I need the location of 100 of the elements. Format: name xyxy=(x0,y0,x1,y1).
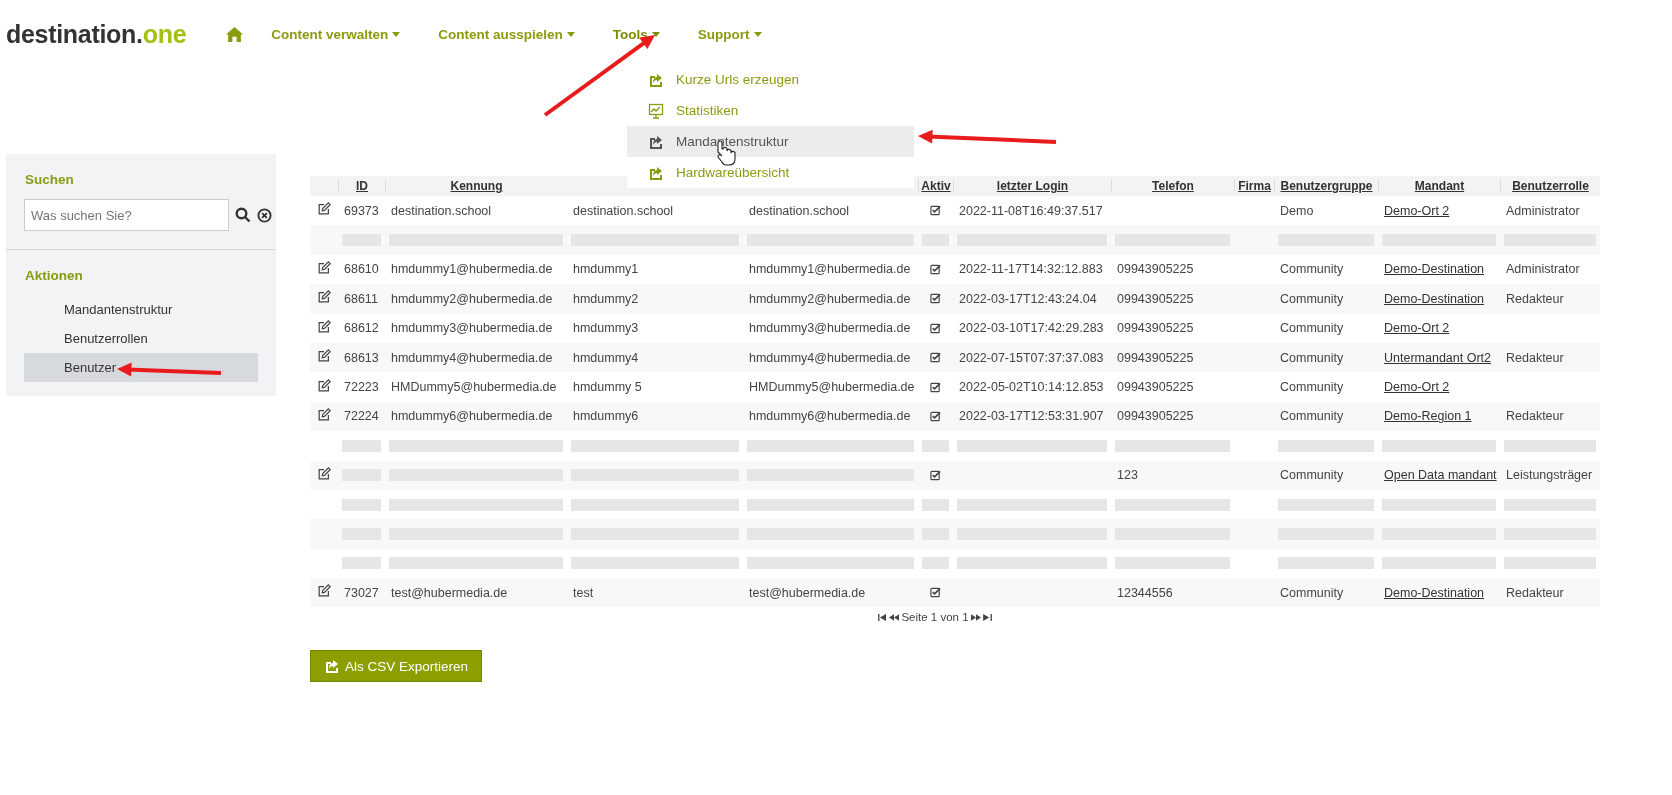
edit-icon[interactable] xyxy=(317,466,331,481)
column-header[interactable]: Mandant xyxy=(1378,179,1500,193)
column-header[interactable]: Benutzergruppe xyxy=(1274,179,1378,193)
edit-icon[interactable] xyxy=(317,378,331,393)
table-cell-text: Community xyxy=(1279,409,1345,424)
home-icon[interactable] xyxy=(226,26,244,42)
table-cell-text: Administrator xyxy=(1505,262,1581,277)
sidebar-item[interactable]: Benutzer xyxy=(24,353,258,382)
table-cell-text: Community xyxy=(1279,350,1345,365)
table-cell-text: hmdummy2@hubermedia.de xyxy=(390,291,554,306)
table-cell-text: 12344556 xyxy=(1116,585,1174,600)
table-cell-text: test@hubermedia.de xyxy=(748,585,867,600)
table-cell-text: 68613 xyxy=(343,350,380,365)
previous-page-icon[interactable] xyxy=(889,613,900,621)
table-cell-text: hmdummy2 xyxy=(572,291,640,306)
table-cell-text: hmdummy6@hubermedia.de xyxy=(390,409,554,424)
table-cell-text: 2022-07-15T07:37:37.083 xyxy=(958,350,1105,365)
table-cell-text: Redakteur xyxy=(1505,585,1565,600)
column-header[interactable]: ID xyxy=(338,179,385,193)
mandant-link[interactable]: Demo-Destination xyxy=(1384,585,1485,600)
mandant-link[interactable]: Untermandant Ort2 xyxy=(1384,350,1491,365)
blurred-cell xyxy=(342,498,381,511)
edit-icon[interactable] xyxy=(317,584,331,599)
page-indicator: Seite 1 von 1 xyxy=(901,611,969,624)
table-cell-text: 72224 xyxy=(343,409,380,424)
column-header[interactable]: Telefon xyxy=(1111,179,1234,193)
nav-menu[interactable]: Tools xyxy=(612,26,660,42)
table-cell-text: test xyxy=(572,585,595,600)
table-cell-text: hmdummy1@hubermedia.de xyxy=(748,262,912,277)
table-cell-text: 2022-11-08T16:49:37.517 xyxy=(958,203,1104,218)
caret-icon xyxy=(753,31,762,37)
table-cell-text: 68611 xyxy=(343,291,379,306)
edit-icon[interactable] xyxy=(317,290,331,305)
clear-icon[interactable] xyxy=(257,207,272,223)
mandant-link[interactable]: Demo-Ort 2 xyxy=(1384,203,1450,218)
column-header[interactable]: Aktiv xyxy=(918,179,953,193)
blurred-cell xyxy=(922,439,949,452)
menu-item[interactable]: Mandantenstruktur xyxy=(627,126,914,157)
table-cell-text: 69373 xyxy=(343,203,380,218)
logo[interactable]: destination.one xyxy=(6,19,187,49)
table-cell-text: hmdummy2@hubermedia.de xyxy=(748,291,912,306)
table-cell-text: Administrator xyxy=(1505,203,1581,218)
table-cell-text: Redakteur xyxy=(1505,350,1565,365)
table-cell-text: hmdummy6@hubermedia.de xyxy=(748,409,912,424)
table-cell-text: destination.school xyxy=(390,203,493,218)
mandant-link[interactable]: Demo-Destination xyxy=(1384,291,1485,306)
edit-icon[interactable] xyxy=(317,349,331,364)
mandant-link[interactable]: Demo-Destination xyxy=(1384,262,1485,277)
last-page-icon[interactable] xyxy=(982,613,992,621)
table-cell-text: 09943905225 xyxy=(1116,321,1195,336)
table-cell-text: hmdummy1@hubermedia.de xyxy=(390,262,554,277)
caret-icon xyxy=(651,31,660,37)
column-header[interactable]: Benutzerrolle xyxy=(1500,179,1600,193)
mandant-link[interactable]: Demo-Ort 2 xyxy=(1384,380,1450,395)
blurred-cell xyxy=(342,557,381,570)
table-cell-text: hmdummy1 xyxy=(572,262,640,277)
search-field[interactable]: Was suchen Sie? xyxy=(24,199,229,231)
share-icon xyxy=(648,164,664,181)
section-title: Aktionen xyxy=(24,267,84,285)
first-page-icon[interactable] xyxy=(878,613,888,621)
table-cell-text: 09943905225 xyxy=(1116,409,1195,424)
blurred-cell xyxy=(922,498,949,511)
share-icon xyxy=(648,133,664,150)
table-cell-text: hmdummy3@hubermedia.de xyxy=(390,321,554,336)
column-header[interactable]: Kennung xyxy=(385,179,567,193)
section-title: Suchen xyxy=(24,171,75,187)
table-cell-text: hmdummy6 xyxy=(572,409,640,424)
table-cell-text: HMDummy5@hubermedia.de xyxy=(390,380,558,395)
next-page-icon[interactable] xyxy=(970,613,981,621)
table-cell-text: Community xyxy=(1279,321,1345,336)
share-icon xyxy=(324,658,340,675)
blurred-cell xyxy=(342,439,381,452)
table-cell-text: 2022-03-17T12:53:31.907 xyxy=(958,409,1105,424)
table-cell-text: destination.school xyxy=(748,203,851,218)
edit-icon[interactable] xyxy=(317,319,331,334)
table-cell-text: HMDummy5@hubermedia.de xyxy=(748,380,916,395)
table-cell-text: 09943905225 xyxy=(1116,262,1195,277)
sidebar-item[interactable]: Benutzerrollen xyxy=(24,324,258,353)
table-cell-text: 2022-05-02T10:14:12.853 xyxy=(958,380,1105,395)
search-icon[interactable] xyxy=(235,207,251,223)
table-cell-text: 2022-03-10T17:42:29.283 xyxy=(958,321,1105,336)
table-cell-text: Community xyxy=(1279,380,1345,395)
chart-icon xyxy=(648,102,664,119)
table-cell-text: 123 xyxy=(1116,468,1139,483)
mandant-link[interactable]: Open Data mandant xyxy=(1384,468,1497,483)
table-cell-text: hmdummy4 xyxy=(572,350,640,365)
table-cell-text: destination.school xyxy=(572,203,675,218)
table-cell-text: 72223 xyxy=(343,380,380,395)
edit-icon[interactable] xyxy=(317,260,331,275)
mandant-link[interactable]: Demo-Ort 2 xyxy=(1384,321,1450,336)
edit-icon[interactable] xyxy=(317,202,331,217)
edit-icon[interactable] xyxy=(317,407,331,422)
table-cell-text: hmdummy3@hubermedia.de xyxy=(748,321,912,336)
mandant-link[interactable]: Demo-Region 1 xyxy=(1384,409,1472,424)
table-cell-text: 73027 xyxy=(343,585,380,600)
column-header[interactable]: letzter Login xyxy=(953,179,1111,193)
sidebar-item[interactable]: Mandantenstruktur xyxy=(24,295,258,324)
column-header[interactable]: Firma xyxy=(1234,179,1274,193)
table-cell-text: Redakteur xyxy=(1505,409,1565,424)
table-cell-text: Community xyxy=(1279,585,1345,600)
